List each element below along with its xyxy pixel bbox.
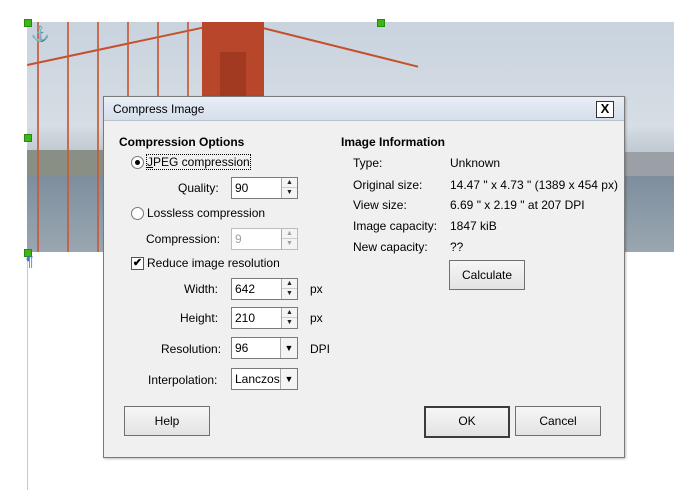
jpeg-compression-label[interactable]: JPEG compression: [146, 154, 251, 170]
bridge-suspender: [37, 22, 39, 252]
lossless-compression-radio[interactable]: [131, 207, 144, 220]
jpeg-compression-radio[interactable]: [131, 156, 144, 169]
reduce-resolution-checkbox[interactable]: ✔: [131, 257, 144, 270]
dropdown-arrow-icon[interactable]: ▼: [280, 338, 297, 358]
original-size-label: Original size:: [353, 178, 423, 192]
bridge-cable: [27, 26, 204, 66]
resolution-value: 96: [235, 341, 249, 355]
close-button[interactable]: X: [596, 101, 614, 118]
original-size-value: 14.47 " x 4.73 " (1389 x 454 px): [450, 178, 618, 192]
image-capacity-label: Image capacity:: [353, 219, 438, 233]
resolution-label: Resolution:: [161, 342, 222, 356]
resolution-combobox[interactable]: 96 ▼: [231, 337, 298, 359]
width-value: 642: [235, 282, 256, 296]
view-size-label: View size:: [353, 198, 407, 212]
quality-spinbox[interactable]: 90 ▲ ▼: [231, 177, 298, 199]
help-button[interactable]: Help: [124, 406, 210, 436]
width-unit: px: [310, 282, 323, 296]
calculate-button[interactable]: Calculate: [449, 260, 525, 290]
dropdown-arrow-icon[interactable]: ▼: [280, 369, 297, 389]
dialog-titlebar[interactable]: Compress Image X: [104, 97, 624, 121]
compression-options-heading: Compression Options: [119, 135, 245, 149]
height-unit: px: [310, 311, 323, 325]
compress-image-dialog: Compress Image X Compression Options JPE…: [103, 96, 625, 458]
compression-spinbox[interactable]: 9 ▲ ▼: [231, 228, 298, 250]
height-label: Height:: [180, 311, 219, 325]
width-label: Width:: [184, 282, 219, 296]
bridge-suspender: [67, 22, 69, 252]
cancel-button[interactable]: Cancel: [515, 406, 601, 436]
quality-value: 90: [235, 181, 249, 195]
quality-label: Quality:: [178, 181, 219, 195]
height-spinbox[interactable]: 210 ▲ ▼: [231, 307, 298, 329]
new-capacity-label: New capacity:: [353, 240, 428, 254]
spin-up-icon[interactable]: ▲: [282, 229, 297, 239]
width-spinbox[interactable]: 642 ▲ ▼: [231, 278, 298, 300]
resolution-unit: DPI: [310, 342, 331, 356]
dialog-title: Compress Image: [113, 102, 205, 116]
interpolation-label: Interpolation:: [148, 373, 218, 387]
bridge-suspender: [97, 22, 99, 252]
interpolation-combobox[interactable]: Lanczos ▼: [231, 368, 298, 390]
compression-label: Compression:: [146, 232, 221, 246]
spin-down-icon[interactable]: ▼: [282, 239, 297, 248]
resize-handle-left[interactable]: [24, 134, 32, 142]
height-value: 210: [235, 311, 256, 325]
bridge-cable: [262, 27, 419, 68]
type-label: Type:: [353, 156, 383, 170]
pilcrow-icon: ¶: [26, 253, 34, 269]
resize-handle-top[interactable]: [377, 19, 385, 27]
spin-up-icon[interactable]: ▲: [282, 178, 297, 188]
type-value: Unknown: [450, 156, 501, 170]
jpeg-compression-label-rest: PEG compression: [153, 155, 250, 169]
view-size-value: 6.69 " x 2.19 " at 207 DPI: [450, 198, 585, 212]
image-information-heading: Image Information: [341, 135, 446, 149]
spin-down-icon[interactable]: ▼: [282, 318, 297, 327]
image-capacity-value: 1847 kiB: [450, 219, 497, 233]
ok-button[interactable]: OK: [424, 406, 510, 438]
anchor-icon[interactable]: ⚓: [31, 25, 50, 43]
compression-value: 9: [235, 232, 242, 246]
lossless-compression-label[interactable]: Lossless compression: [147, 206, 265, 220]
spin-up-icon[interactable]: ▲: [282, 279, 297, 289]
reduce-resolution-label[interactable]: Reduce image resolution: [147, 256, 280, 270]
spin-up-icon[interactable]: ▲: [282, 308, 297, 318]
interpolation-value: Lanczos: [235, 372, 280, 386]
spin-down-icon[interactable]: ▼: [282, 289, 297, 298]
spin-down-icon[interactable]: ▼: [282, 188, 297, 197]
new-capacity-value: ??: [450, 240, 464, 254]
